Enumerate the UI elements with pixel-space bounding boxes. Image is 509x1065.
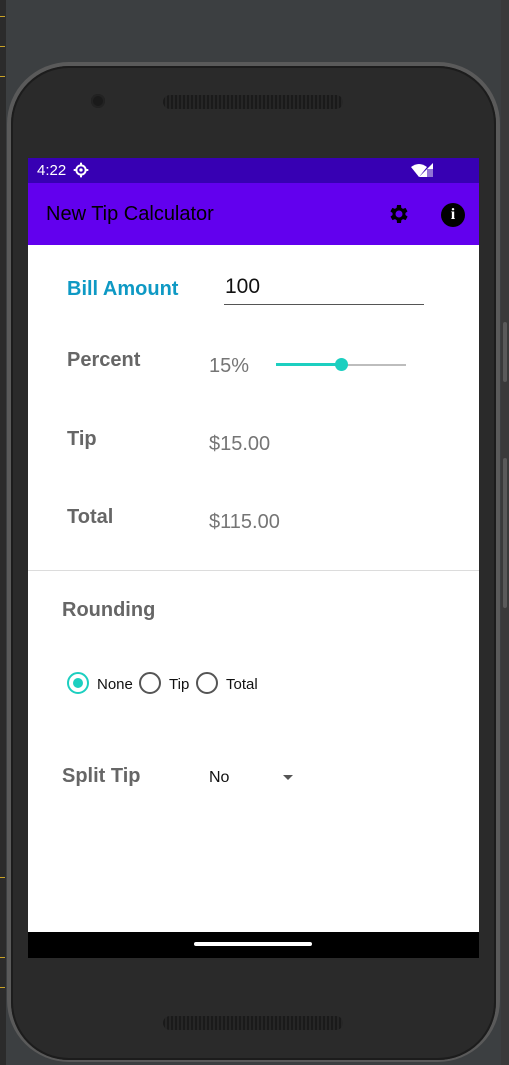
total-value: $115.00 bbox=[209, 511, 280, 533]
total-label: Total bbox=[67, 506, 114, 528]
gutter-tick bbox=[0, 957, 5, 958]
percent-slider[interactable] bbox=[276, 355, 406, 375]
percent-label: Percent bbox=[67, 349, 141, 371]
navigation-bar bbox=[28, 932, 479, 958]
gutter-tick bbox=[0, 877, 5, 878]
gear-icon[interactable] bbox=[387, 202, 411, 226]
radio-button[interactable] bbox=[196, 672, 218, 694]
tip-label: Tip bbox=[67, 428, 97, 450]
dropdown-arrow-icon bbox=[283, 775, 293, 780]
slider-fill bbox=[276, 363, 341, 366]
radio-label-tip: Tip bbox=[169, 676, 190, 693]
earpiece-speaker bbox=[163, 95, 343, 109]
radio-label-total: Total bbox=[226, 676, 258, 693]
radio-button[interactable] bbox=[67, 672, 89, 694]
split-tip-label: Split Tip bbox=[62, 765, 141, 787]
home-handle[interactable] bbox=[194, 942, 312, 946]
radio-label-none: None bbox=[97, 676, 133, 693]
bottom-speaker bbox=[163, 1016, 343, 1030]
front-camera bbox=[91, 94, 105, 108]
ide-scrollbar-area bbox=[501, 0, 509, 1065]
gutter-tick bbox=[0, 46, 5, 47]
status-time: 4:22 bbox=[37, 162, 67, 179]
ide-scrollbar-thumb[interactable] bbox=[503, 322, 507, 382]
app-title: New Tip Calculator bbox=[46, 203, 214, 225]
ide-gutter bbox=[0, 0, 6, 1065]
bill-amount-label: Bill Amount bbox=[67, 278, 179, 300]
signal-icon bbox=[419, 163, 433, 177]
settings-status-icon bbox=[73, 162, 89, 178]
gutter-tick bbox=[0, 16, 5, 17]
device-screen: 4:22 New Tip Calculator i Bill Amount 10… bbox=[28, 158, 479, 958]
ide-scrollbar-thumb[interactable] bbox=[503, 458, 507, 608]
radio-button[interactable] bbox=[139, 672, 161, 694]
app-bar: New Tip Calculator i bbox=[28, 183, 479, 245]
slider-thumb[interactable] bbox=[335, 358, 348, 371]
bill-amount-input[interactable]: 100 bbox=[224, 275, 424, 305]
info-icon[interactable]: i bbox=[441, 203, 465, 227]
split-tip-dropdown[interactable]: No bbox=[209, 765, 299, 789]
status-bar: 4:22 bbox=[28, 158, 479, 183]
percent-value: 15% bbox=[209, 355, 250, 377]
gutter-tick bbox=[0, 76, 5, 77]
gutter-tick bbox=[0, 987, 5, 988]
tip-value: $15.00 bbox=[209, 433, 271, 455]
rounding-label: Rounding bbox=[62, 599, 156, 621]
section-divider bbox=[28, 570, 479, 571]
split-tip-value: No bbox=[209, 769, 230, 786]
